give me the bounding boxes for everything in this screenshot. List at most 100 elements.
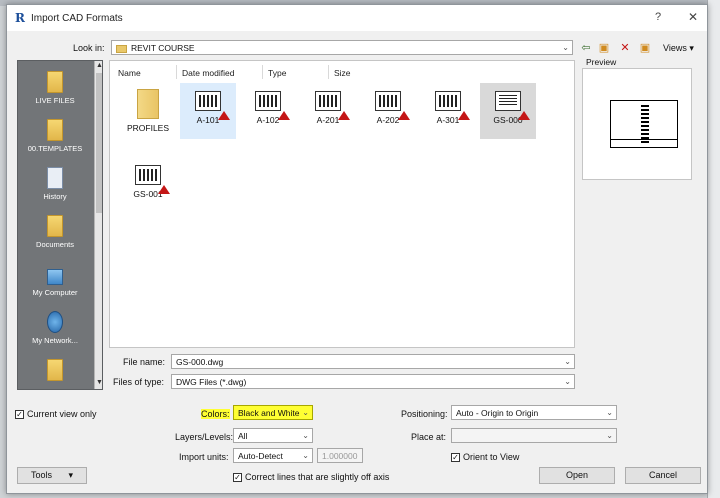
- chevron-down-icon: ⌄: [606, 408, 613, 417]
- revit-app-icon: R: [15, 11, 25, 25]
- history-icon: [47, 167, 63, 189]
- dwg-thumbnail-icon: [135, 165, 170, 194]
- orient-view-checkbox[interactable]: ✓ Orient to View: [451, 452, 520, 463]
- filename-label: File name:: [123, 357, 166, 367]
- close-button[interactable]: ✕: [688, 10, 698, 24]
- column-header-date[interactable]: Date modified: [182, 68, 234, 78]
- places-scrollbar[interactable]: ▲ ▼: [94, 61, 102, 389]
- file-item-a101[interactable]: A-101: [180, 83, 236, 139]
- positioning-select[interactable]: Auto - Origin to Origin ⌄: [451, 405, 617, 420]
- file-item-gs000[interactable]: GS-000: [480, 83, 536, 139]
- up-folder-icon[interactable]: ▣: [597, 42, 611, 55]
- current-view-checkbox[interactable]: ✓ Current view only: [15, 409, 97, 420]
- scroll-thumb[interactable]: [96, 73, 102, 213]
- dwg-thumbnail-icon: [255, 91, 290, 120]
- dwg-thumbnail-icon: [315, 91, 350, 120]
- units-scale-input[interactable]: 1.000000: [317, 448, 363, 463]
- column-header-name[interactable]: Name: [118, 68, 141, 78]
- filename-value: GS-000.dwg: [176, 357, 224, 367]
- warning-icon: [458, 111, 470, 120]
- file-item-a201[interactable]: A-201: [300, 83, 356, 139]
- place-history[interactable]: History: [18, 167, 92, 201]
- place-documents[interactable]: Documents: [18, 215, 92, 249]
- tools-button[interactable]: Tools ▾: [17, 467, 87, 484]
- places-bar: LIVE FILES 00.TEMPLATES History Document…: [17, 60, 103, 390]
- place-label: My Computer: [32, 288, 78, 297]
- column-separator: [328, 65, 329, 79]
- file-item-a202[interactable]: A-202: [360, 83, 416, 139]
- chevron-down-icon: ⌄: [302, 431, 309, 440]
- preview-label: Preview: [586, 57, 617, 67]
- open-label: Open: [565, 470, 589, 480]
- open-button[interactable]: Open: [539, 467, 615, 484]
- place-more[interactable]: [18, 359, 92, 384]
- colors-value: Black and White: [238, 408, 300, 418]
- folder-icon: [47, 119, 63, 141]
- orient-view-label: Orient to View: [463, 452, 520, 462]
- column-separator: [176, 65, 177, 79]
- warning-icon: [398, 111, 410, 120]
- new-folder-icon[interactable]: ▣: [638, 42, 652, 55]
- place-my-network[interactable]: My Network...: [18, 311, 92, 345]
- colors-select[interactable]: Black and White ⌄: [233, 405, 313, 420]
- preview-sheet-image: [610, 100, 678, 148]
- delete-icon[interactable]: ✕: [618, 42, 632, 55]
- filetype-label: Files of type:: [113, 377, 165, 387]
- folder-icon: [47, 71, 63, 93]
- layers-value: All: [238, 431, 248, 441]
- caret-down-icon: ▾: [68, 470, 74, 480]
- place-templates[interactable]: 00.TEMPLATES: [18, 119, 92, 153]
- file-item-gs001[interactable]: GS-001: [120, 157, 176, 213]
- filetype-select[interactable]: DWG Files (*.dwg) ⌄: [171, 374, 575, 389]
- place-label: 00.TEMPLATES: [27, 144, 83, 153]
- lookin-dropdown[interactable]: REVIT COURSE ⌄: [111, 40, 573, 55]
- dwg-thumbnail-icon: [435, 91, 470, 120]
- folder-icon: [116, 44, 127, 53]
- scroll-up-icon[interactable]: ▲: [96, 62, 102, 69]
- filetype-value: DWG Files (*.dwg): [176, 377, 247, 387]
- file-name: PROFILES: [126, 123, 170, 133]
- filename-input[interactable]: GS-000.dwg ⌄: [171, 354, 575, 369]
- chevron-down-icon: ⌄: [302, 408, 309, 417]
- place-my-computer[interactable]: My Computer: [18, 263, 92, 297]
- computer-icon: [47, 269, 63, 285]
- chevron-down-icon[interactable]: ⌄: [564, 357, 571, 366]
- folder-icon: [137, 89, 159, 119]
- warning-icon: [278, 111, 290, 120]
- positioning-label: Positioning:: [401, 409, 448, 419]
- column-header-type[interactable]: Type: [268, 68, 286, 78]
- preview-pane: [582, 68, 692, 180]
- units-label: Import units:: [179, 452, 229, 462]
- place-label: My Network...: [32, 336, 78, 345]
- positioning-value: Auto - Origin to Origin: [456, 408, 539, 418]
- caret-down-icon: ▾: [689, 43, 694, 53]
- place-live-files[interactable]: LIVE FILES: [18, 71, 92, 105]
- placeat-select[interactable]: ⌄: [451, 428, 617, 443]
- checkbox-checked-icon: ✓: [15, 410, 24, 420]
- help-button[interactable]: ?: [655, 11, 661, 23]
- units-value: Auto-Detect: [238, 451, 283, 461]
- file-item-a102[interactable]: A-102: [240, 83, 296, 139]
- units-select[interactable]: Auto-Detect ⌄: [233, 448, 313, 463]
- file-list[interactable]: Name Date modified Type Size PROFILES A-…: [109, 60, 575, 348]
- scroll-down-icon[interactable]: ▼: [96, 379, 102, 386]
- warning-icon: [338, 111, 350, 120]
- cancel-button[interactable]: Cancel: [625, 467, 701, 484]
- back-arrow-icon[interactable]: ⇦: [579, 42, 593, 55]
- import-cad-dialog: R Import CAD Formats ? ✕ Look in: REVIT …: [6, 4, 708, 494]
- file-item-a301[interactable]: A-301: [420, 83, 476, 139]
- dwg-thumbnail-icon: [495, 91, 530, 120]
- views-menu[interactable]: Views ▾: [663, 43, 694, 54]
- column-header-size[interactable]: Size: [334, 68, 351, 78]
- warning-icon: [518, 111, 530, 120]
- network-globe-icon: [47, 311, 63, 333]
- file-item-profiles[interactable]: PROFILES: [120, 83, 176, 139]
- lookin-label: Look in:: [73, 43, 105, 53]
- cancel-label: Cancel: [648, 470, 677, 480]
- current-view-label: Current view only: [27, 409, 97, 419]
- checkbox-checked-icon: ✓: [451, 453, 460, 463]
- window-title: Import CAD Formats: [31, 13, 123, 24]
- correct-lines-checkbox[interactable]: ✓ Correct lines that are slightly off axi…: [233, 472, 389, 483]
- layers-select[interactable]: All ⌄: [233, 428, 313, 443]
- place-label: LIVE FILES: [35, 96, 75, 105]
